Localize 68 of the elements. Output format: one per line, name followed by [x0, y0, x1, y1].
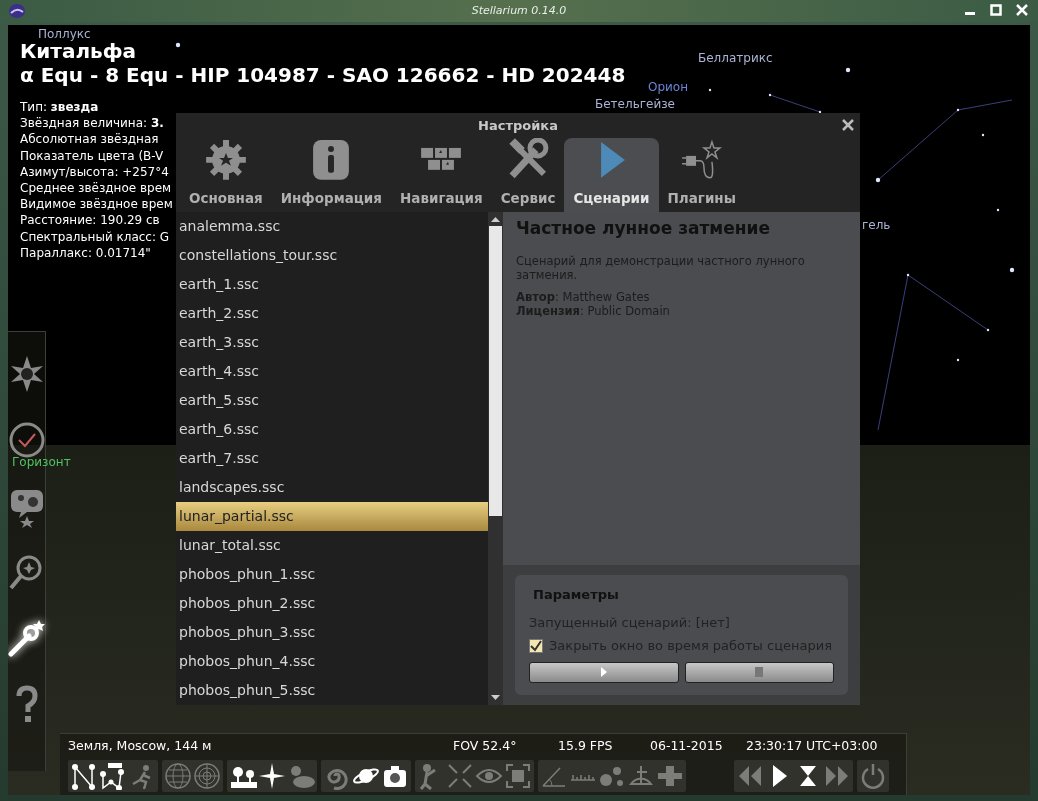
settings-tab[interactable]: Сервис [491, 138, 565, 212]
date-text: 06-11-2015 [650, 736, 724, 755]
script-item[interactable]: constellations_tour.ssc [176, 241, 488, 270]
wrench-star-icon[interactable] [8, 618, 47, 660]
info-line: Тип: звезда [20, 99, 99, 116]
info-line: Параллакс: 0.01714" [20, 244, 151, 262]
app-logo-icon [8, 3, 26, 19]
script-item[interactable]: analemma.ssc [176, 212, 488, 241]
info-line: Азимут/высота: +257°4 [20, 163, 169, 180]
settings-tab[interactable]: Сценарии [564, 138, 659, 212]
sky-label: Орион [648, 80, 689, 94]
play-icon [598, 666, 609, 678]
object-designations: α Equ - 8 Equ - HIP 104987 - SAO 126662 - HD 202448 [20, 63, 626, 87]
fps-text: 15.9 FPS [558, 736, 614, 755]
script-item[interactable]: earth_7.ssc [176, 444, 488, 473]
script-item[interactable]: lunar_total.ssc [176, 531, 488, 560]
script-item[interactable]: earth_5.ssc [176, 386, 488, 415]
script-item[interactable]: earth_6.ssc [176, 415, 488, 444]
settings-tab[interactable]: Плагины [658, 138, 745, 212]
close-icon[interactable] [841, 118, 855, 132]
script-item[interactable]: phobos_phun_3.ssc [176, 618, 488, 647]
inward-arrows-icon[interactable] [446, 762, 474, 790]
window-title: Stellarium 0.14.0 [471, 2, 567, 19]
settings-tab[interactable]: Информация [271, 138, 391, 212]
gear-icon [203, 138, 248, 182]
info-line: Спектральный класс: G [20, 228, 170, 245]
fullscreen-icon[interactable] [504, 762, 532, 790]
info-line: Видимое звёздное врем [20, 196, 173, 213]
maximize-icon[interactable] [990, 4, 1002, 16]
script-item[interactable]: landscapes.ssc [176, 473, 488, 502]
scrollbar[interactable] [488, 212, 503, 705]
script-item[interactable]: earth_2.ssc [176, 299, 488, 328]
labeled-stars-icon[interactable] [99, 762, 127, 790]
info-line: Показатель цвета (B-V [20, 147, 164, 164]
run-button[interactable] [529, 661, 679, 683]
script-title: Частное лунное затмение [516, 217, 771, 240]
script-item[interactable]: earth_3.ssc [176, 328, 488, 357]
dialog-title: Настройка [478, 116, 558, 135]
script-item[interactable]: earth_4.ssc [176, 357, 488, 386]
info-line: Среднее звёздное врем [20, 180, 172, 197]
location-text: Земля, Moscow, 144 м [68, 736, 213, 755]
settings-tab[interactable]: Основная [180, 138, 272, 212]
stop-icon [754, 666, 765, 678]
script-item[interactable]: lunar_partial.ssc [176, 502, 488, 531]
stop-button[interactable] [684, 661, 834, 683]
scrollbar-thumb[interactable] [489, 226, 502, 516]
time-text: 23:30:17 UTC+03:00 [746, 736, 878, 755]
script-item[interactable]: phobos_phun_5.ssc [176, 676, 488, 705]
fov-text: FOV 52.4° [453, 736, 518, 755]
globe-icon[interactable] [164, 762, 192, 790]
constellation-line [769, 94, 821, 113]
script-item[interactable]: phobos_phun_2.ssc [176, 589, 488, 618]
script-item[interactable]: earth_1.ssc [176, 270, 488, 299]
connected-stars-icon[interactable] [70, 762, 98, 790]
info-line: Расстояние: 190.29 св [20, 212, 160, 229]
sky-label: Бетельгейзе [595, 97, 675, 111]
sky-label: Поллукс [38, 27, 91, 41]
script-item[interactable]: phobos_phun_1.ssc [176, 560, 488, 589]
checkbox[interactable] [529, 638, 543, 653]
sky-label: Горизонт [12, 455, 71, 469]
settings-tab[interactable]: Навигация [391, 138, 492, 212]
info-line: Звёздная величина: 3. [20, 115, 164, 132]
sky-label: Беллатрикс [698, 51, 773, 65]
polar-grid-icon[interactable] [193, 762, 221, 790]
info-line: Абсолютная звёздная [20, 131, 159, 148]
sky-label: гель [862, 218, 891, 232]
parameters-title: Параметры [533, 586, 620, 604]
script-item[interactable]: phobos_phun_4.ssc [176, 647, 488, 676]
